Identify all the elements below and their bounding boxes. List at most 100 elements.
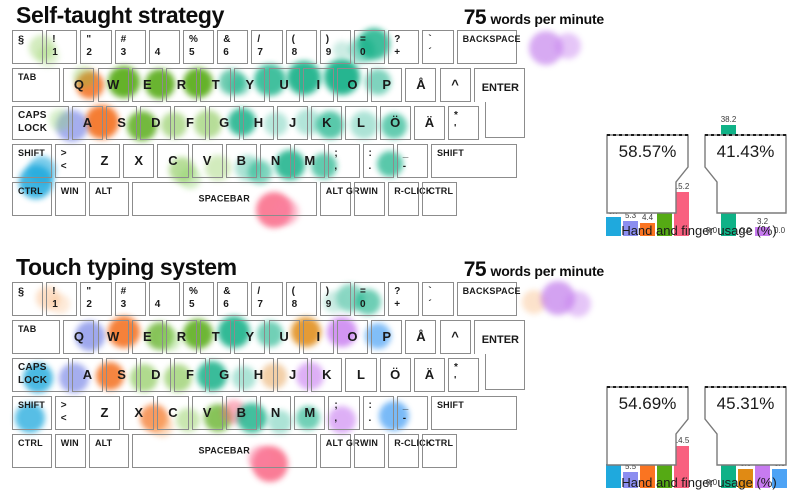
key-ä[interactable]: Ä [413,358,446,392]
key-u[interactable]: U [268,320,300,354]
key-b[interactable]: B [225,396,257,430]
key-enter-lower[interactable] [484,354,526,390]
key-§[interactable]: § [12,30,44,64]
key-h[interactable]: H [242,358,275,392]
key-shift[interactable]: SHIFT [430,396,517,430]
key-(-8[interactable]: ( 8 [285,30,317,64]
key-q[interactable]: Q [63,68,95,102]
key-t[interactable]: T [200,68,232,102]
key-#-3[interactable]: # 3 [114,30,146,64]
key-`-´[interactable]: ` ´ [422,30,454,64]
key-*-'[interactable]: * ' [448,106,480,140]
key-shift[interactable]: SHIFT [12,144,52,178]
key-ä[interactable]: Ä [413,106,446,140]
key-alt-gr[interactable]: ALT GR [319,434,360,468]
key-ctrl[interactable]: CTRL [12,434,52,468]
key-r-click[interactable]: R-CLICK [388,182,432,216]
key-(-8[interactable]: ( 8 [285,282,317,316]
key-^[interactable]: ^ [439,320,471,354]
key-c[interactable]: C [157,144,189,178]
key-ö[interactable]: Ö [379,358,411,392]
key-g[interactable]: G [208,358,240,392]
key-t[interactable]: T [200,320,232,354]
key-y[interactable]: Y [234,68,266,102]
key-/-7[interactable]: / 7 [251,30,283,64]
key-_--[interactable]: _ - [396,144,428,178]
key-i[interactable]: I [302,320,334,354]
key-o[interactable]: O [336,320,369,354]
key-:-.[interactable]: : . [362,144,394,178]
key-n[interactable]: N [259,144,292,178]
key-m[interactable]: M [294,396,326,430]
key-&-6[interactable]: & 6 [217,282,249,316]
key-win[interactable]: WIN [354,434,386,468]
key-;-,[interactable]: ; , [328,396,360,430]
key-alt[interactable]: ALT [88,182,129,216]
key-p[interactable]: P [371,320,403,354]
key-v[interactable]: V [191,396,223,430]
key-)-9[interactable]: ) 9 [319,282,351,316]
key--4[interactable]: 4 [148,282,180,316]
key-k[interactable]: K [311,106,343,140]
key-alt[interactable]: ALT [88,434,129,468]
key->-<[interactable]: > < [54,144,86,178]
key-"-2[interactable]: " 2 [80,282,112,316]
key-l[interactable]: L [345,106,377,140]
key-o[interactable]: O [336,68,369,102]
key-e[interactable]: E [131,68,163,102]
key-x[interactable]: X [123,396,155,430]
key-m[interactable]: M [294,144,326,178]
key--4[interactable]: 4 [148,30,180,64]
key-backspace[interactable]: BACKSPACE [456,282,521,316]
key-;-,[interactable]: ; , [328,144,360,178]
key-:-.[interactable]: : . [362,396,394,430]
key-l[interactable]: L [345,358,377,392]
key-r-click[interactable]: R-CLICK [388,434,432,468]
key-spacebar[interactable]: SPACEBAR [131,182,317,216]
key-enter-lower[interactable] [484,102,526,138]
key-caps-lock[interactable]: CAPS LOCK [12,358,69,392]
key-j[interactable]: J [277,106,309,140]
key-s[interactable]: S [106,358,138,392]
key->-<[interactable]: > < [54,396,86,430]
key-u[interactable]: U [268,68,300,102]
key-å[interactable]: Å [405,68,437,102]
key-win[interactable]: WIN [354,182,386,216]
key-c[interactable]: C [157,396,189,430]
key-^[interactable]: ^ [439,68,471,102]
key-alt-gr[interactable]: ALT GR [319,182,360,216]
key-j[interactable]: J [277,358,309,392]
key-win[interactable]: WIN [54,434,86,468]
key-caps-lock[interactable]: CAPS LOCK [12,106,69,140]
key-f[interactable]: F [174,358,206,392]
key-ctrl[interactable]: CTRL [12,182,52,216]
key-ctrl[interactable]: CTRL [422,434,457,468]
key-d[interactable]: D [140,106,172,140]
key-tab[interactable]: TAB [12,68,61,102]
key-y[interactable]: Y [234,320,266,354]
key-?-+[interactable]: ? + [388,282,420,316]
key-shift[interactable]: SHIFT [12,396,52,430]
key-a[interactable]: A [71,358,104,392]
key-p[interactable]: P [371,68,403,102]
key-z[interactable]: Z [88,144,121,178]
key-e[interactable]: E [131,320,163,354]
key-a[interactable]: A [71,106,104,140]
key-win[interactable]: WIN [54,182,86,216]
key-w[interactable]: W [97,68,129,102]
key-"-2[interactable]: " 2 [80,30,112,64]
key-backspace[interactable]: BACKSPACE [456,30,521,64]
key-&-6[interactable]: & 6 [217,30,249,64]
key-tab[interactable]: TAB [12,320,61,354]
key-r[interactable]: R [165,68,198,102]
key-q[interactable]: Q [63,320,95,354]
key-x[interactable]: X [123,144,155,178]
key-r[interactable]: R [165,320,198,354]
key-shift[interactable]: SHIFT [430,144,517,178]
key-k[interactable]: K [311,358,343,392]
key-n[interactable]: N [259,396,292,430]
key-ctrl[interactable]: CTRL [422,182,457,216]
key-!-1[interactable]: ! 1 [46,282,78,316]
key-g[interactable]: G [208,106,240,140]
key-!-1[interactable]: ! 1 [46,30,78,64]
